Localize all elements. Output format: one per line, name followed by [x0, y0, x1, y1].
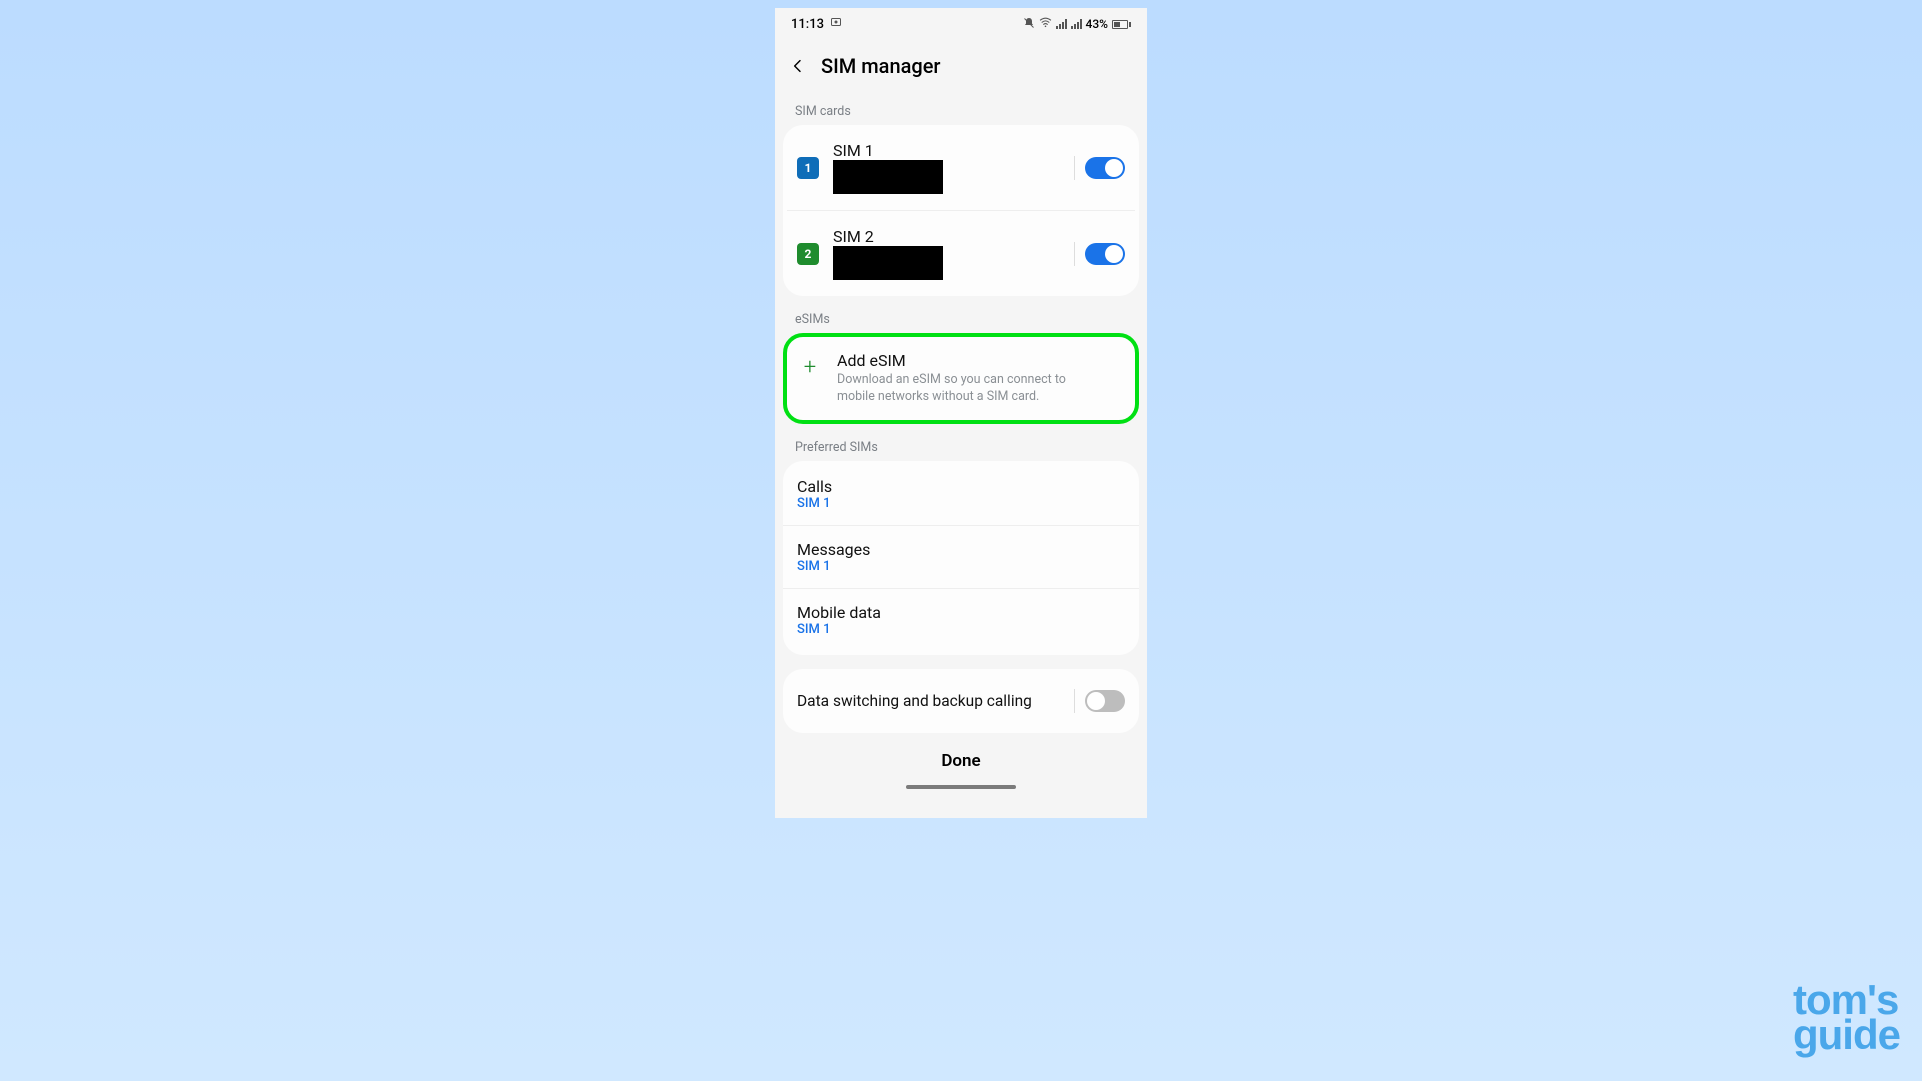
sim1-toggle[interactable]	[1085, 157, 1125, 179]
sim2-toggle[interactable]	[1085, 243, 1125, 265]
preferred-messages-value: SIM 1	[797, 559, 1125, 574]
preferred-messages-row[interactable]: Messages SIM 1	[783, 525, 1139, 588]
divider	[1074, 689, 1075, 713]
add-esim-title: Add eSIM	[837, 351, 1067, 370]
preferred-mobile-data-row[interactable]: Mobile data SIM 1	[783, 588, 1139, 655]
phone-frame: 11:13 43% SIM manager SIM cards	[775, 8, 1147, 818]
section-label-preferred: Preferred SIMs	[775, 424, 1147, 461]
preferred-data-title: Mobile data	[797, 603, 1125, 622]
home-indicator[interactable]	[906, 785, 1016, 789]
sim1-title: SIM 1	[833, 141, 1060, 160]
data-switching-toggle[interactable]	[1085, 690, 1125, 712]
sim-cards-card: 1 SIM 1 2 SIM 2	[783, 125, 1139, 296]
signal-icon-1	[1056, 19, 1067, 29]
sim2-carrier-redacted	[833, 246, 943, 280]
preferred-data-value: SIM 1	[797, 622, 1125, 637]
header: SIM manager	[775, 40, 1147, 96]
sim-chip-2-icon: 2	[797, 243, 819, 265]
watermark-line2: guide	[1793, 1017, 1900, 1053]
preferred-calls-title: Calls	[797, 477, 1125, 496]
screenshot-icon	[830, 16, 842, 32]
wifi-icon	[1039, 17, 1052, 31]
done-button[interactable]: Done	[775, 733, 1147, 779]
add-esim-button[interactable]: + Add eSIM Download an eSIM so you can c…	[783, 333, 1139, 424]
data-switching-card: Data switching and backup calling	[783, 669, 1139, 733]
mute-icon	[1023, 17, 1035, 32]
back-icon[interactable]	[789, 57, 807, 75]
sim2-title: SIM 2	[833, 227, 1060, 246]
section-label-esims: eSIMs	[775, 296, 1147, 333]
sim-chip-1-icon: 1	[797, 157, 819, 179]
sim-row-2[interactable]: 2 SIM 2	[787, 210, 1135, 296]
preferred-sims-card: Calls SIM 1 Messages SIM 1 Mobile data S…	[783, 461, 1139, 655]
preferred-messages-title: Messages	[797, 540, 1125, 559]
plus-icon: +	[799, 355, 821, 380]
signal-icon-2	[1071, 19, 1082, 29]
data-switching-row[interactable]: Data switching and backup calling	[783, 669, 1139, 733]
add-esim-desc: Download an eSIM so you can connect to m…	[837, 372, 1067, 406]
sim-row-1[interactable]: 1 SIM 1	[783, 125, 1139, 210]
sim1-carrier-redacted	[833, 160, 943, 194]
status-time: 11:13	[791, 17, 824, 32]
preferred-calls-row[interactable]: Calls SIM 1	[783, 461, 1139, 525]
divider	[1074, 242, 1075, 266]
watermark: tom's guide	[1793, 982, 1900, 1053]
section-label-sim-cards: SIM cards	[775, 96, 1147, 125]
battery-percent: 43%	[1086, 17, 1108, 31]
page-title: SIM manager	[821, 54, 940, 78]
status-bar: 11:13 43%	[775, 8, 1147, 40]
data-switching-title: Data switching and backup calling	[797, 692, 1032, 710]
battery-icon	[1112, 20, 1131, 29]
divider	[1074, 156, 1075, 180]
preferred-calls-value: SIM 1	[797, 496, 1125, 511]
